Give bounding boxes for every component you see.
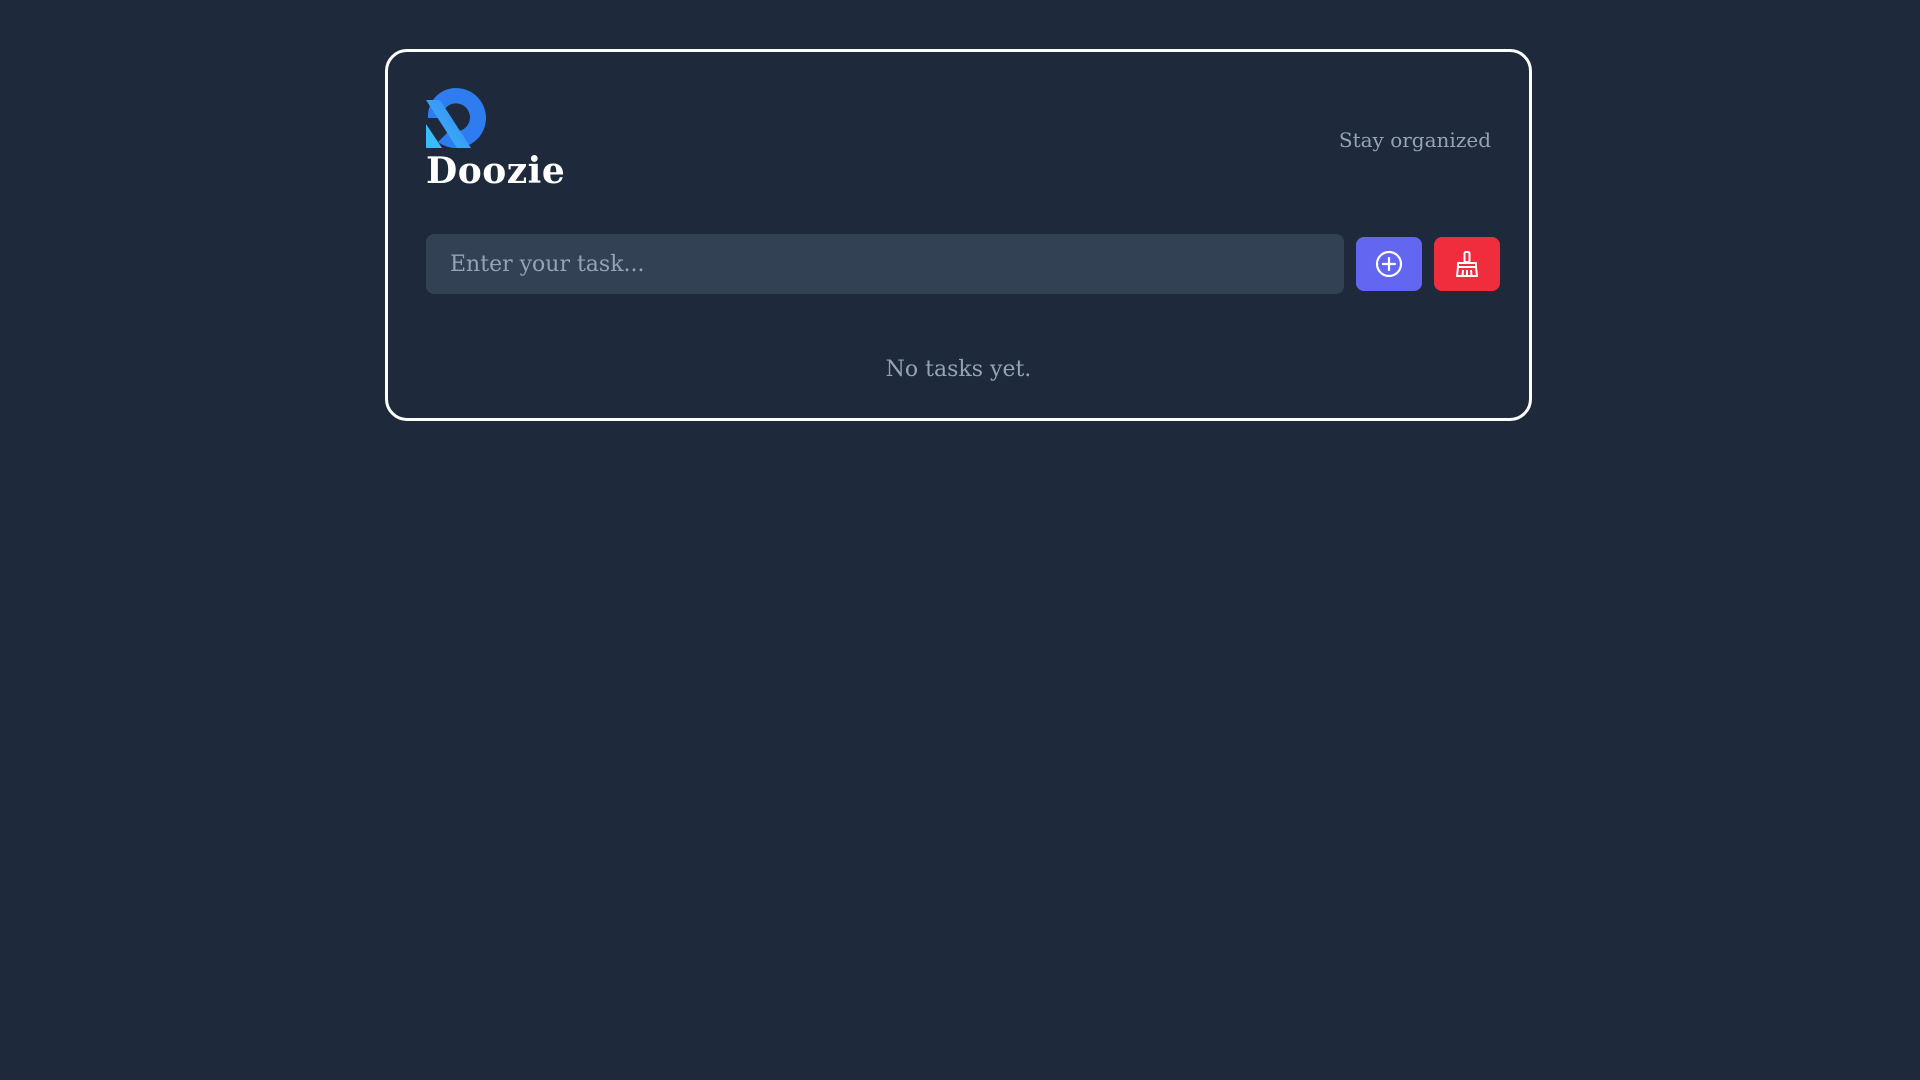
- doozie-logo-icon: [426, 88, 486, 148]
- clear-tasks-button[interactable]: [1434, 237, 1500, 291]
- broom-icon: [1456, 251, 1478, 277]
- app-title: Doozie: [426, 150, 566, 192]
- tagline: Stay organized: [1338, 128, 1491, 152]
- todo-card: Doozie Stay organized No tasks yet.: [385, 49, 1532, 421]
- task-input-row: [426, 234, 1500, 294]
- plus-circle-icon: [1375, 250, 1403, 278]
- empty-tasks-message: No tasks yet.: [885, 357, 1032, 382]
- header: Doozie Stay organized: [426, 88, 1491, 198]
- task-input[interactable]: [426, 234, 1344, 294]
- add-task-button[interactable]: [1356, 237, 1422, 291]
